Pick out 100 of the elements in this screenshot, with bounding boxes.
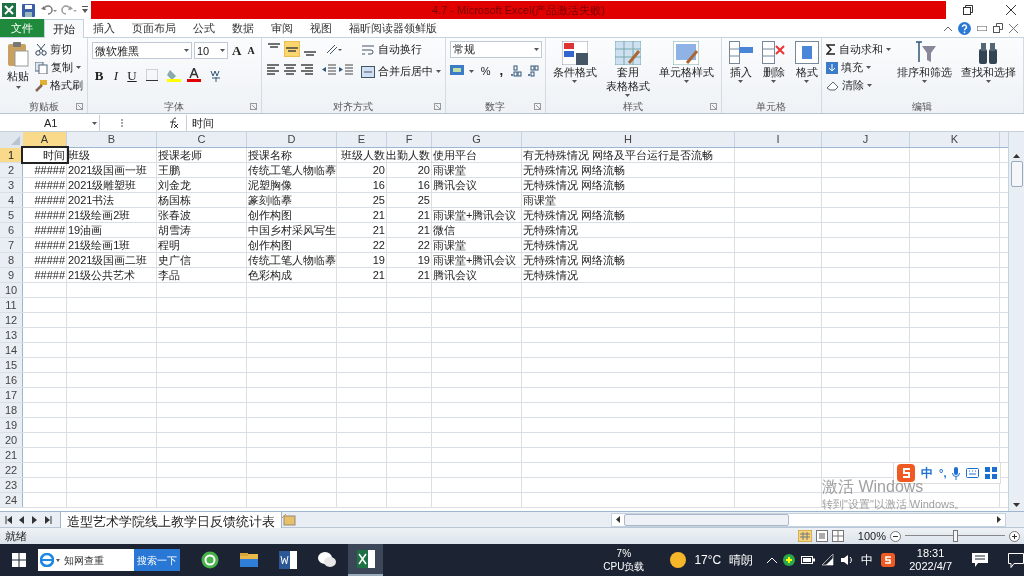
grow-font-button[interactable]: A (230, 41, 244, 61)
vertical-scrollbar[interactable] (1008, 132, 1024, 511)
collapse-ribbon-icon[interactable] (944, 25, 952, 31)
name-box[interactable]: A1 (0, 115, 100, 131)
decrease-indent-icon[interactable] (321, 62, 336, 76)
column-header[interactable]: F (387, 132, 432, 147)
style-button[interactable]: 套用 表格格式 (602, 41, 653, 99)
caret-icon[interactable] (435, 70, 441, 73)
caret-icon[interactable] (15, 85, 21, 89)
middle-align-icon[interactable] (283, 41, 300, 57)
cells-button[interactable]: 格式 (791, 41, 822, 99)
chat-icon[interactable] (1008, 552, 1024, 568)
format-painter-button[interactable]: 格式刷 (35, 77, 83, 94)
tray-app-icon[interactable] (783, 554, 796, 566)
wifi-icon[interactable] (821, 554, 836, 566)
file-tab[interactable]: 文件 (0, 19, 44, 37)
scroll-right-icon[interactable] (997, 516, 1001, 523)
comma-button[interactable]: , (497, 66, 506, 77)
column-header[interactable]: K (910, 132, 1000, 147)
caret-icon[interactable] (468, 69, 474, 73)
row-header[interactable]: 13 (0, 328, 23, 342)
scroll-up-icon[interactable] (1013, 154, 1020, 158)
currency-icon[interactable] (449, 65, 464, 78)
formula-input[interactable]: 时间 (186, 115, 1024, 131)
copy-button[interactable]: 复制 (35, 59, 83, 76)
close-icon[interactable] (1006, 5, 1016, 15)
scroll-left-icon[interactable] (616, 516, 620, 523)
dialog-launcher-icon[interactable] (76, 103, 83, 110)
grid-menu-icon[interactable] (985, 467, 998, 479)
scrollbar-thumb[interactable] (624, 513, 789, 526)
cut-button[interactable]: 剪切 (35, 41, 83, 58)
column-header[interactable]: D (247, 132, 337, 147)
restore-icon[interactable] (993, 23, 1003, 33)
editing-button[interactable]: 查找和选择 (957, 41, 1019, 99)
dialog-launcher-icon[interactable] (249, 103, 257, 110)
windows-start-icon[interactable] (12, 553, 26, 567)
microphone-icon[interactable] (952, 466, 961, 480)
sheet-tab[interactable]: 造型艺术学院线上教学日反馈统计表 (60, 511, 282, 528)
autosum-button[interactable]: 自动求和 (825, 41, 891, 58)
search-field[interactable]: 知网查重 (38, 549, 135, 571)
last-sheet-icon[interactable] (44, 515, 52, 524)
minimize-icon[interactable] (977, 25, 987, 31)
ime-logo-icon[interactable] (881, 553, 896, 567)
row-header[interactable]: 11 (0, 298, 23, 312)
column-header[interactable]: C (157, 132, 247, 147)
decrease-decimal-icon[interactable] (527, 65, 540, 78)
caret-icon[interactable] (220, 49, 225, 53)
column-header[interactable]: E (337, 132, 387, 147)
row-header[interactable]: 16 (0, 373, 23, 387)
row-header[interactable]: 21 (0, 448, 23, 462)
caret-icon[interactable] (184, 49, 189, 53)
column-header[interactable]: I (735, 132, 822, 147)
column-header[interactable]: G (432, 132, 522, 147)
restore-icon[interactable] (963, 5, 973, 15)
clear-button[interactable]: 清除 (825, 77, 891, 94)
ribbon-tab[interactable]: 开始 (44, 19, 84, 38)
page-layout-icon[interactable] (815, 530, 828, 542)
row-header[interactable]: 14 (0, 343, 23, 357)
fill-button[interactable]: 填充 (825, 59, 891, 76)
row-header[interactable]: 15 (0, 358, 23, 372)
ribbon-tab[interactable]: 插入 (85, 19, 123, 37)
caret-icon[interactable] (572, 80, 578, 83)
undo-icon[interactable] (41, 4, 57, 16)
resize-handle-icon[interactable] (120, 118, 124, 128)
zoom-out-icon[interactable] (890, 530, 901, 542)
increase-indent-icon[interactable] (338, 62, 353, 76)
excel-icon[interactable] (348, 544, 384, 576)
dialog-launcher-icon[interactable] (533, 103, 541, 110)
shrink-font-button[interactable]: A (245, 43, 257, 59)
row-header[interactable]: 3 (0, 178, 23, 192)
save-icon[interactable] (22, 3, 35, 17)
caret-icon[interactable] (804, 80, 810, 83)
style-button[interactable]: 单元格样式 (655, 41, 717, 99)
dialog-launcher-icon[interactable] (433, 103, 441, 110)
merge-center-button[interactable]: 合并后居中 (360, 63, 441, 80)
row-header[interactable]: 22 (0, 463, 23, 477)
underline-button[interactable]: U (126, 65, 138, 85)
chevron-up-icon[interactable] (767, 557, 778, 563)
cells-button[interactable]: 删除 (758, 41, 789, 99)
row-header[interactable]: 20 (0, 433, 23, 447)
dialog-launcher-icon[interactable] (709, 103, 717, 110)
fill-color-icon[interactable] (167, 68, 181, 83)
ime-mode[interactable]: 中 (921, 464, 933, 482)
editing-button[interactable]: 排序和筛选 (893, 41, 955, 99)
caret-icon[interactable] (533, 48, 539, 51)
row-header[interactable]: 1 (0, 148, 23, 162)
phonetic-guide-icon[interactable] (209, 68, 223, 83)
help-icon[interactable] (958, 21, 971, 35)
paste-button[interactable]: 粘贴 (4, 41, 32, 99)
row-header[interactable]: 19 (0, 418, 23, 432)
caret-icon[interactable] (921, 80, 927, 83)
input-mode-indicator[interactable]: 中 (861, 551, 874, 569)
ribbon-tab[interactable]: 公式 (185, 19, 223, 37)
redo-icon[interactable] (61, 4, 77, 16)
zoom-slider-thumb[interactable] (953, 530, 958, 542)
caret-icon[interactable] (738, 80, 744, 83)
caret-icon[interactable] (76, 66, 81, 69)
italic-button[interactable]: I (110, 65, 122, 85)
zoom-in-icon[interactable] (1009, 530, 1020, 542)
column-header[interactable]: H (522, 132, 735, 147)
